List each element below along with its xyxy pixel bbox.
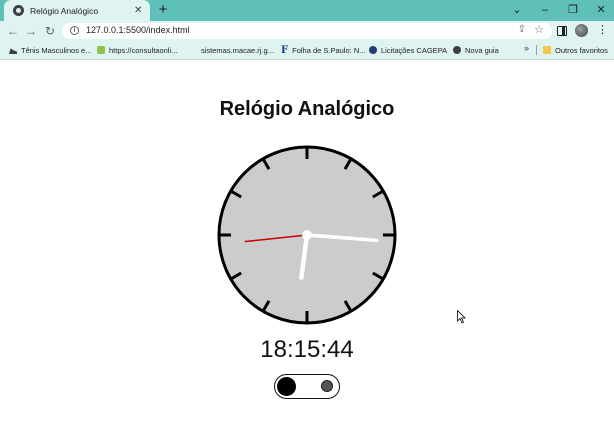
bookmark-item[interactable]: Nova guia [453, 41, 499, 59]
new-tab-button[interactable]: + [156, 2, 170, 18]
bookmark-item[interactable]: Tênis Masculinos e... [9, 41, 91, 59]
menu-icon[interactable]: ⋮ [597, 22, 608, 38]
bookmarks-divider [536, 45, 537, 55]
moon-icon [321, 380, 333, 392]
back-icon[interactable]: ← [6, 23, 20, 39]
other-favorites-folder[interactable]: Outros favoritos [543, 41, 608, 59]
bookmark-label: Licitações CAGEPA [381, 45, 448, 55]
digital-time: 18:15:44 [260, 336, 354, 363]
bookmark-label: Tênis Masculinos e... [21, 45, 92, 55]
toggle-knob[interactable] [277, 376, 296, 396]
bookmark-label: Nova guia [465, 45, 499, 55]
bookmark-item[interactable]: sistemas.macae.rj.g... [189, 41, 274, 59]
bookmark-label: Folha de S.Paulo: N... [292, 45, 366, 55]
browser-tab[interactable]: Relógio Analógico ✕ [4, 0, 150, 21]
bookmark-label: https://consultaonli... [109, 45, 178, 55]
share-icon[interactable]: ⇪ [518, 24, 526, 35]
address-bar[interactable]: i 127.0.0.1:5500/index.html ⇪ ☆ [62, 23, 552, 39]
globe-icon [453, 46, 461, 54]
shoe-icon [9, 48, 17, 54]
tab-title: Relógio Analógico [30, 5, 99, 16]
analog-clock [217, 145, 397, 325]
bookmark-star-icon[interactable]: ☆ [534, 23, 544, 36]
theme-toggle[interactable] [274, 374, 340, 399]
bookmark-item[interactable]: F Folha de S.Paulo: N... [281, 41, 365, 59]
page-title: Relógio Analógico [219, 98, 395, 120]
browser-toolbar: ← → ↻ i 127.0.0.1:5500/index.html ⇪ ☆ [0, 21, 614, 41]
tab-strip: Relógio Analógico ✕ + ⌄ – ❐ ✕ [0, 0, 614, 21]
reload-icon[interactable]: ↻ [43, 23, 57, 39]
bookmark-label: sistemas.macae.rj.g... [201, 45, 274, 55]
folha-icon: F [281, 44, 289, 56]
more-bookmarks-icon[interactable]: » [524, 43, 529, 53]
side-panel-icon[interactable] [557, 26, 567, 36]
bookmark-item[interactable]: https://consultaonli... [97, 41, 177, 59]
green-site-icon [97, 46, 105, 54]
folder-icon [543, 46, 551, 54]
minimize-icon[interactable]: – [538, 2, 552, 18]
site-info-icon[interactable]: i [70, 26, 79, 35]
globe-favicon-icon [13, 5, 24, 16]
clock-center-pin [302, 230, 312, 240]
tab-close-icon[interactable]: ✕ [134, 5, 142, 16]
blank-icon [189, 46, 197, 54]
window-close-icon[interactable]: ✕ [594, 2, 608, 18]
page-content: Relógio Analógico 18:15:44 [0, 60, 614, 436]
tab-search-icon[interactable]: ⌄ [510, 2, 524, 18]
url-text[interactable]: 127.0.0.1:5500/index.html [86, 25, 190, 35]
mouse-cursor-icon [457, 310, 466, 324]
bookmarks-bar: Tênis Masculinos e... https://consultaon… [0, 41, 614, 60]
forward-icon[interactable]: → [24, 23, 38, 39]
bookmark-item[interactable]: Licitações CAGEPA [369, 41, 447, 59]
seal-icon [369, 46, 377, 54]
profile-avatar[interactable] [575, 24, 588, 37]
other-favorites-label: Outros favoritos [555, 45, 608, 55]
restore-icon[interactable]: ❐ [566, 2, 580, 18]
